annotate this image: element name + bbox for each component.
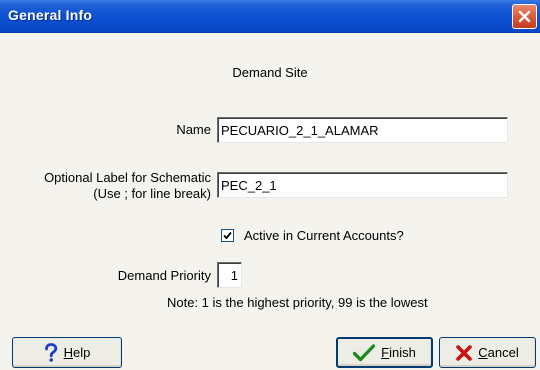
priority-label: Demand Priority — [117, 268, 211, 283]
x-icon — [456, 344, 473, 361]
optional-label: Optional Label for Schematic (Use ; for … — [0, 170, 211, 202]
finish-button[interactable]: Finish — [336, 337, 433, 368]
optional-label-line1: Optional Label for Schematic — [44, 170, 211, 185]
checkmark-icon — [223, 231, 232, 240]
name-label: Name — [176, 122, 211, 137]
question-mark-icon — [44, 342, 58, 363]
checkmark-icon — [353, 343, 376, 362]
close-button[interactable] — [512, 4, 537, 29]
cancel-button[interactable]: Cancel — [439, 337, 536, 368]
cancel-label: Cancel — [478, 345, 519, 360]
active-checkbox[interactable] — [221, 229, 234, 242]
general-info-dialog: General Info Demand Site Name Optional L… — [0, 0, 540, 370]
window-title: General Info — [8, 7, 93, 23]
finish-label: Finish — [381, 345, 416, 360]
priority-note: Note: 1 is the highest priority, 99 is t… — [167, 295, 428, 310]
close-icon — [518, 10, 531, 23]
name-input[interactable] — [217, 117, 508, 143]
help-button[interactable]: Help — [12, 337, 122, 368]
schematic-label-input[interactable] — [217, 172, 508, 198]
priority-input[interactable] — [217, 262, 242, 288]
active-label[interactable]: Active in Current Accounts? — [244, 228, 404, 243]
title-bar[interactable]: General Info — [0, 0, 540, 33]
optional-label-line2: (Use ; for line break) — [93, 186, 211, 201]
section-label: Demand Site — [232, 65, 308, 80]
help-label: Help — [63, 345, 91, 360]
